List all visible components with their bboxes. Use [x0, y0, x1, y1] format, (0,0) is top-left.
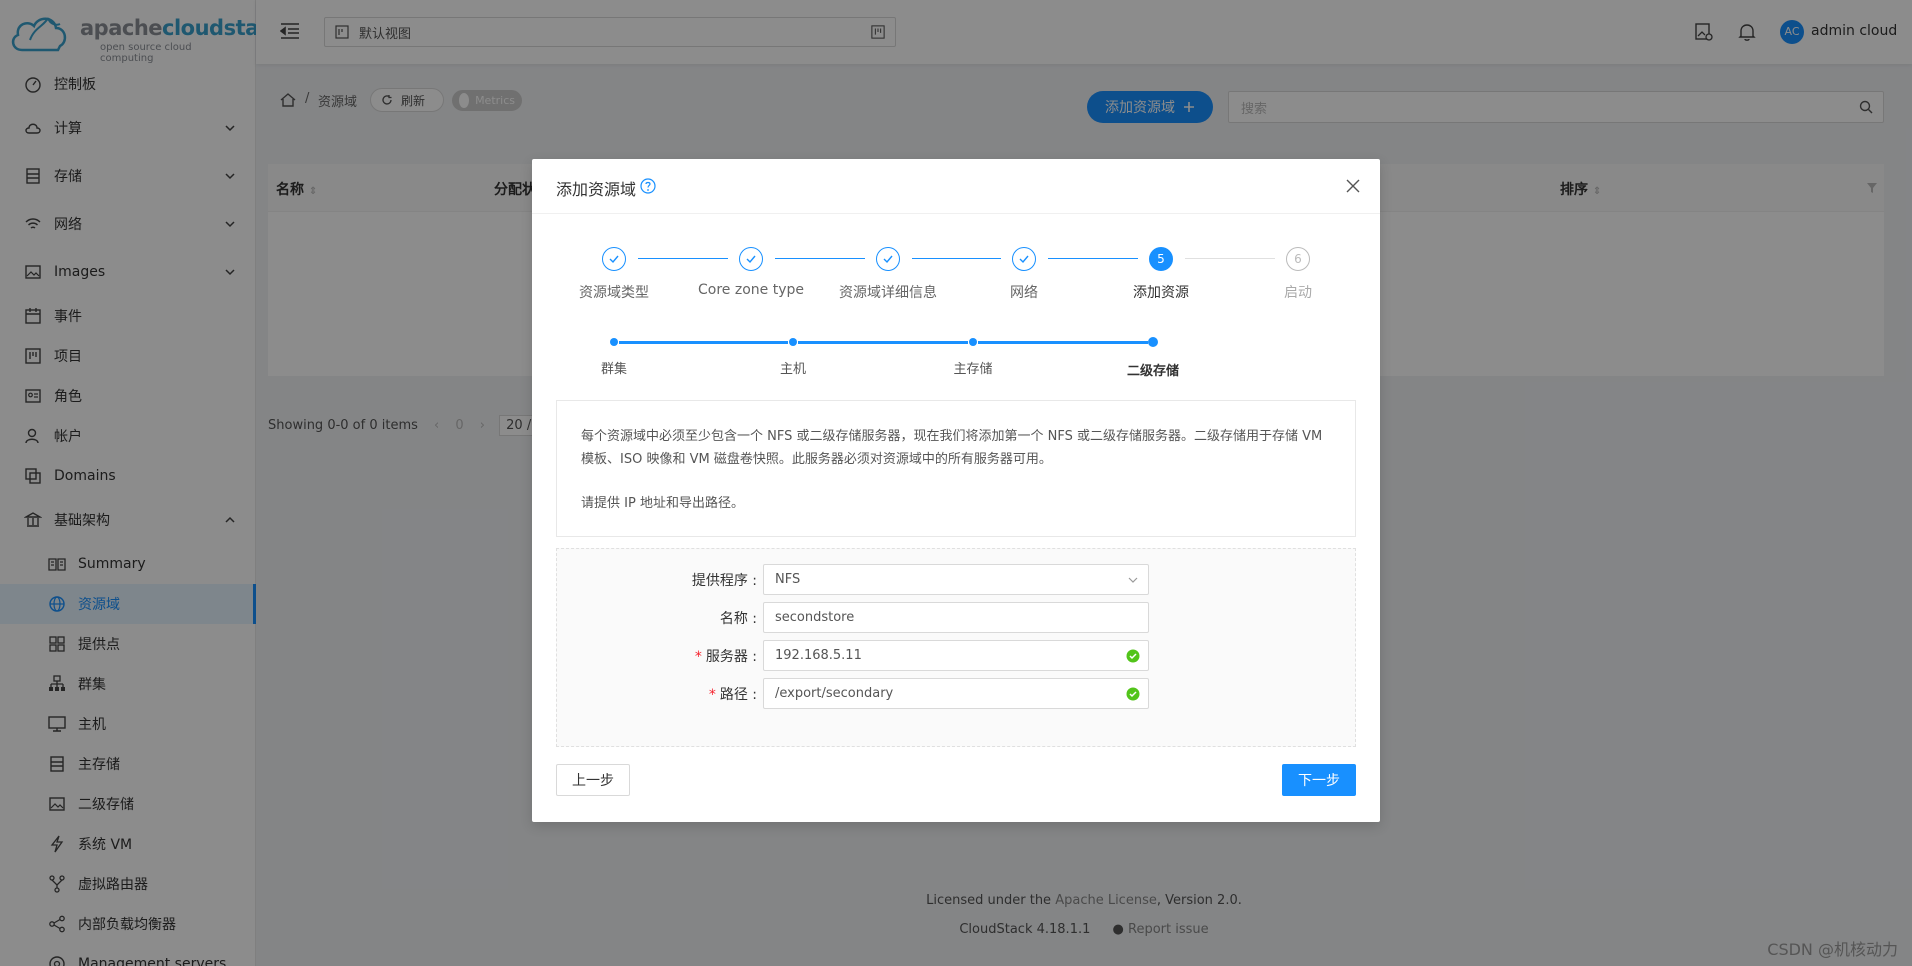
check-icon: [746, 255, 756, 264]
check-circle-icon: [1126, 649, 1140, 663]
step-5-circle: 5: [1149, 247, 1173, 271]
step-3-circle: [876, 247, 900, 271]
check-circle-icon: [1126, 687, 1140, 701]
name-input[interactable]: secondstore: [763, 602, 1149, 633]
substep-4-label: 二级存储: [1126, 364, 1179, 379]
step-2-circle: [739, 247, 763, 271]
substep-connector: [978, 341, 1148, 344]
close-icon[interactable]: [1346, 179, 1360, 193]
path-value: /export/secondary: [775, 686, 894, 701]
secondary-storage-form: 提供程序 : NFS 名称 : secondstore * 服务器 : 192.1…: [556, 548, 1356, 747]
substep-2-label: 主机: [779, 362, 806, 377]
question-circle-icon[interactable]: [640, 178, 656, 194]
step-connector: [775, 258, 865, 259]
next-step-button[interactable]: 下一步: [1282, 764, 1356, 796]
watermark: CSDN @机核动力: [1767, 940, 1898, 959]
description-text: 每个资源域中必须至少包含一个 NFS 或二级存储服务器，现在我们将添加第一个 N…: [581, 429, 1323, 467]
chevron-down-icon: [1128, 577, 1138, 583]
step-description: 每个资源域中必须至少包含一个 NFS 或二级存储服务器，现在我们将添加第一个 N…: [556, 400, 1356, 537]
provider-select[interactable]: NFS: [763, 564, 1149, 595]
step-5-label: 添加资源: [1133, 285, 1189, 301]
step-1-circle: [602, 247, 626, 271]
substep-4-dot: [1148, 337, 1158, 347]
substep-1-label: 群集: [600, 362, 627, 377]
description-hint: 请提供 IP 地址和导出路径。: [581, 496, 744, 511]
substep-connector: [798, 341, 968, 344]
substep-1-dot: [610, 338, 618, 346]
check-icon: [609, 255, 619, 264]
substep-3-label: 主存储: [953, 362, 993, 377]
step-3-label: 资源域详细信息: [839, 285, 937, 301]
add-zone-modal: 添加资源域 5 6 资源域类型 Core zone type 资源域详细信息 网…: [532, 159, 1380, 822]
step-connector: [1048, 258, 1138, 259]
step-connector: [912, 258, 1001, 259]
name-value: secondstore: [775, 610, 855, 625]
server-label: * 服务器 :: [694, 649, 757, 665]
modal-header: 添加资源域: [532, 159, 1380, 214]
substep-2-dot: [789, 338, 797, 346]
step-connector: [638, 258, 728, 259]
step-2-label: Core zone type: [698, 282, 804, 298]
path-label: * 路径 :: [708, 687, 757, 703]
check-icon: [883, 255, 893, 264]
server-value: 192.168.5.11: [775, 648, 862, 663]
step-connector: [1185, 258, 1275, 259]
substep-connector: [619, 341, 788, 344]
step-1-label: 资源域类型: [579, 285, 649, 301]
step-4-label: 网络: [1010, 285, 1038, 301]
previous-step-button[interactable]: 上一步: [556, 764, 630, 796]
step-6-circle: 6: [1286, 247, 1310, 271]
step-4-circle: [1012, 247, 1036, 271]
name-label: 名称 :: [719, 611, 757, 627]
path-input[interactable]: /export/secondary: [763, 678, 1149, 709]
step-6-label: 启动: [1284, 285, 1312, 301]
substep-3-dot: [969, 338, 977, 346]
provider-label: 提供程序 :: [691, 573, 757, 589]
check-icon: [1019, 255, 1029, 264]
modal-title: 添加资源域: [556, 180, 637, 199]
provider-value: NFS: [775, 572, 801, 587]
server-input[interactable]: 192.168.5.11: [763, 640, 1149, 671]
